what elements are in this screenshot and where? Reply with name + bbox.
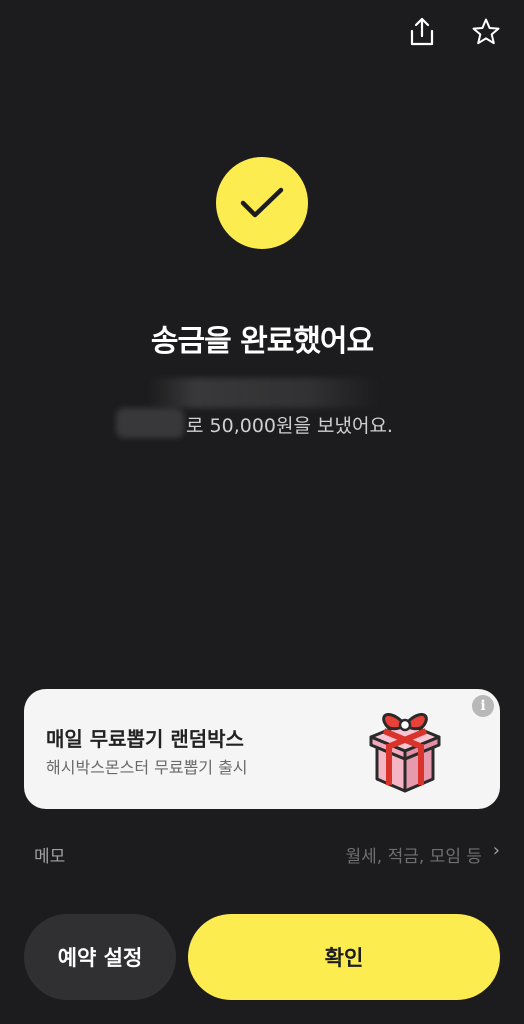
- memo-row[interactable]: 메모 월세, 적금, 모임 등 ›: [24, 838, 500, 868]
- confirm-button[interactable]: 확인: [188, 914, 500, 1000]
- promo-subtitle: 해시박스몬스터 무료뽑기 출시: [46, 758, 248, 777]
- page-title: 송금을 완료했어요: [150, 324, 374, 359]
- gift-box-icon: [362, 703, 448, 795]
- promo-title: 매일 무료뽑기 랜덤박스: [46, 727, 244, 751]
- transfer-summary: 로 50,000원을 보냈어요.: [186, 415, 393, 437]
- schedule-button[interactable]: 예약 설정: [24, 914, 176, 1000]
- redacted-recipient-part: [116, 408, 184, 438]
- promo-card[interactable]: 매일 무료뽑기 랜덤박스 해시박스몬스터 무료뽑기 출시 i: [24, 689, 500, 809]
- success-check-icon: [216, 157, 308, 249]
- chevron-right-icon: ›: [492, 840, 500, 861]
- redacted-recipient: [148, 378, 380, 408]
- info-icon[interactable]: i: [472, 695, 494, 717]
- share-icon[interactable]: [404, 14, 440, 50]
- star-icon[interactable]: [468, 14, 504, 50]
- memo-label: 메모: [34, 847, 66, 867]
- memo-hint: 월세, 적금, 모임 등: [345, 847, 483, 867]
